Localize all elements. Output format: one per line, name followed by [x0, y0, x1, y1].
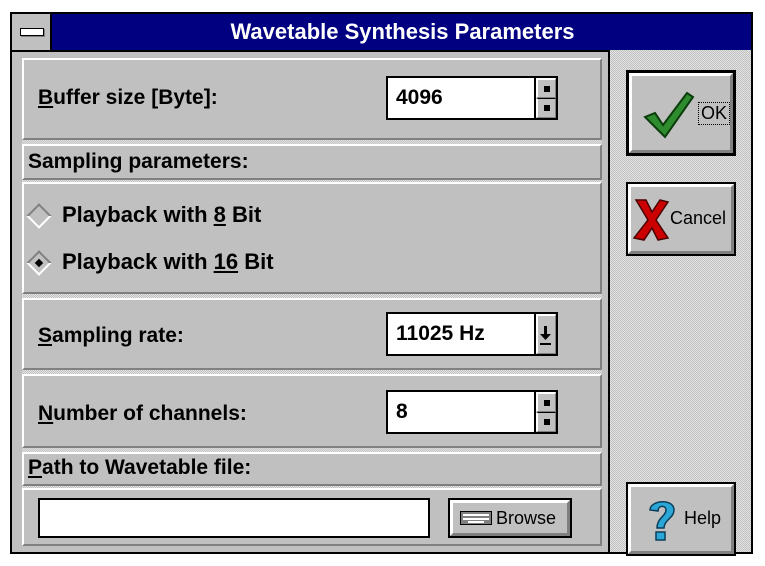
browse-label: Browse	[496, 508, 557, 528]
spin-up-button[interactable]	[536, 392, 556, 412]
keyboard-icon	[460, 511, 492, 525]
cancel-button[interactable]: Cancel	[626, 182, 736, 256]
path-header: Path to Wavetable file:	[22, 452, 602, 486]
radio-8bit-label[interactable]: Playback with 8 Bit	[62, 202, 261, 228]
path-row: Browse	[22, 488, 602, 546]
title-bar[interactable]: Wavetable Synthesis Parameters	[12, 14, 751, 52]
system-menu-icon	[20, 28, 44, 36]
path-label: Path to Wavetable file:	[28, 456, 252, 479]
radio-16bit[interactable]	[26, 250, 52, 276]
right-pane: OK Cancel Help	[610, 50, 751, 556]
ok-label: OK	[697, 102, 731, 125]
dialog-window: Wavetable Synthesis Parameters Buffer si…	[10, 12, 753, 556]
sampling-parameters-header: Sampling parameters:	[22, 144, 602, 180]
system-menu-button[interactable]	[12, 14, 52, 50]
question-mark-icon	[649, 501, 675, 541]
help-button[interactable]: Help	[626, 482, 736, 556]
radio-16bit-label[interactable]: Playback with 16 Bit	[62, 249, 274, 275]
sampling-rate-select[interactable]: 11025 Hz	[386, 312, 536, 356]
radio-8bit[interactable]	[26, 203, 52, 229]
channels-label: Number of channels:	[38, 402, 247, 425]
window-title: Wavetable Synthesis Parameters	[230, 19, 575, 44]
playback-radio-group: Playback with 8 Bit Playback with 16 Bit	[22, 182, 602, 294]
channels-group: Number of channels: 8	[22, 374, 602, 448]
checkmark-icon	[643, 91, 695, 139]
cancel-label: Cancel	[670, 208, 727, 228]
channels-field[interactable]: 8	[386, 390, 536, 434]
buffer-size-field[interactable]: 4096	[386, 76, 536, 120]
path-input[interactable]	[38, 498, 430, 538]
spin-up-button[interactable]	[536, 78, 556, 98]
left-pane: Buffer size [Byte]: 4096 Sampling parame…	[22, 58, 602, 546]
sampling-parameters-label: Sampling parameters:	[28, 150, 249, 173]
sampling-rate-dropdown-button[interactable]	[534, 312, 558, 356]
browse-button[interactable]: Browse	[448, 498, 572, 538]
chevron-down-icon	[536, 314, 556, 354]
channels-spinner[interactable]	[534, 390, 558, 434]
help-label: Help	[684, 508, 722, 528]
spin-down-button[interactable]	[536, 412, 556, 432]
spin-down-button[interactable]	[536, 98, 556, 118]
ok-button[interactable]: OK	[626, 70, 736, 156]
buffer-size-group: Buffer size [Byte]: 4096	[22, 58, 602, 140]
x-icon	[632, 199, 670, 241]
sampling-rate-label: Sampling rate:	[38, 324, 184, 347]
buffer-size-spinner[interactable]	[534, 76, 558, 120]
buffer-size-label: Buffer size [Byte]:	[38, 86, 218, 109]
sampling-rate-group: Sampling rate: 11025 Hz	[22, 298, 602, 370]
